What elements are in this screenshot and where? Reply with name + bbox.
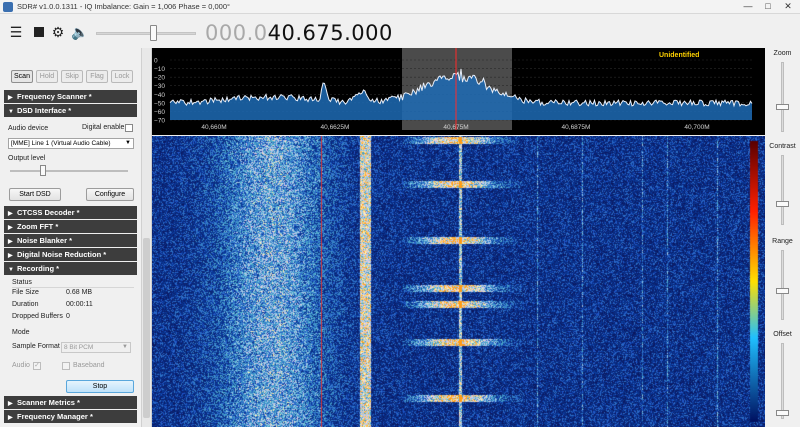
duration-label: Duration — [12, 301, 39, 308]
section-recording[interactable]: ▼ Recording * — [4, 262, 137, 275]
lock-button[interactable]: Lock — [111, 70, 133, 83]
contrast-slider-thumb[interactable] — [776, 201, 789, 207]
section-dsd-interface[interactable]: ▼ DSD Interface * — [4, 104, 137, 117]
frequency-prefix: 000.0 — [205, 21, 268, 45]
output-level-slider[interactable] — [10, 170, 128, 172]
hamburger-menu-icon[interactable]: ☰ — [9, 25, 23, 39]
y-tick-label: −20 — [154, 75, 165, 82]
stop-recording-button[interactable]: Stop — [66, 380, 134, 393]
signal-label: Unidentified — [659, 52, 699, 59]
start-dsd-button[interactable]: Start DSD — [9, 188, 61, 201]
mode-label: Mode — [12, 329, 30, 336]
section-noise-blanker[interactable]: ▶ Noise Blanker * — [4, 234, 137, 247]
duration-value: 00:00:11 — [66, 301, 93, 308]
zoom-slider[interactable] — [781, 62, 784, 132]
range-slider-thumb[interactable] — [776, 288, 789, 294]
app-icon — [3, 2, 13, 12]
frequency-display[interactable]: 000.040.675.000 — [205, 21, 393, 45]
speaker-icon[interactable]: 🔈 — [71, 25, 88, 39]
offset-label: Offset — [773, 331, 792, 338]
toolbar: ☰ ⚙ 🔈 000.040.675.000 — [0, 14, 800, 48]
audio-device-select[interactable]: [MME] Line 1 (Virtual Audio Cable) ▼ — [8, 138, 134, 149]
x-tick-label: 40,660M — [201, 124, 226, 131]
volume-slider[interactable] — [96, 32, 196, 35]
volume-slider-thumb[interactable] — [150, 25, 157, 41]
audio-label: Audio — [12, 362, 30, 369]
left-control-panel: Scan Hold Skip Flag Lock ▶ Frequency Scan… — [0, 48, 152, 427]
spectrum-fill — [170, 69, 752, 120]
output-level-thumb[interactable] — [40, 165, 46, 176]
contrast-slider[interactable] — [781, 155, 784, 225]
section-frequency-scanner[interactable]: ▶ Frequency Scanner * — [4, 90, 137, 103]
status-label: Status — [12, 279, 32, 286]
sample-format-label: Sample Format — [12, 343, 60, 350]
hold-button[interactable]: Hold — [36, 70, 58, 83]
y-tick-label: −40 — [154, 92, 165, 99]
output-level-label: Output level — [8, 155, 46, 162]
baseband-label: Baseband — [73, 362, 105, 369]
section-scanner-metrics[interactable]: ▶ Scanner Metrics * — [4, 396, 137, 409]
waterfall-display[interactable] — [152, 136, 765, 427]
section-zoom-fft[interactable]: ▶ Zoom FFT * — [4, 220, 137, 233]
range-slider[interactable] — [781, 250, 784, 320]
audio-device-label: Audio device — [8, 125, 49, 132]
dropped-buffers-label: Dropped Buffers — [12, 313, 63, 320]
waterfall-canvas — [152, 136, 765, 427]
panel-scrollbar[interactable] — [141, 48, 151, 427]
audio-checkbox[interactable]: ✓ — [33, 362, 41, 370]
gear-icon[interactable]: ⚙ — [51, 25, 65, 39]
flag-button[interactable]: Flag — [86, 70, 108, 83]
dropped-buffers-value: 0 — [66, 313, 70, 320]
y-tick-label: 0 — [154, 58, 158, 65]
title-bar: SDR# v1.0.0.1311 - IQ Imbalance: Gain = … — [0, 0, 800, 14]
y-tick-label: −50 — [154, 100, 165, 107]
section-frequency-manager[interactable]: ▶ Frequency Manager * — [4, 410, 137, 423]
section-ctcss-decoder[interactable]: ▶ CTCSS Decoder * — [4, 206, 137, 219]
right-control-panel: Zoom Contrast Range Offset — [765, 48, 800, 427]
stop-icon[interactable] — [32, 25, 46, 39]
baseband-checkbox[interactable] — [62, 362, 70, 370]
zoom-label: Zoom — [773, 50, 792, 57]
sample-format-select[interactable]: 8 Bit PCM ▼ — [61, 342, 131, 353]
offset-slider[interactable] — [781, 343, 784, 419]
configure-button[interactable]: Configure — [86, 188, 134, 201]
offset-slider-thumb[interactable] — [776, 410, 789, 416]
file-size-label: File Size — [12, 289, 39, 296]
y-tick-label: −70 — [154, 118, 165, 125]
x-tick-label: 40,6625M — [321, 124, 350, 131]
digital-enable-label: Digital enable — [82, 124, 125, 131]
spectrum-plot: 0−10 −20−30 −40−50 −60 −70 40,660M 40,6625M 40… — [154, 48, 753, 131]
skip-button[interactable]: Skip — [61, 70, 83, 83]
section-digital-noise-reduction[interactable]: ▶ Digital Noise Reduction * — [4, 248, 137, 261]
frequency-main: 40.675.000 — [267, 21, 393, 45]
status-divider — [12, 287, 134, 288]
panel-scrollbar-thumb[interactable] — [143, 238, 150, 418]
scan-button[interactable]: Scan — [11, 70, 33, 83]
y-tick-label: −60 — [154, 109, 165, 116]
x-tick-label: 40,700M — [684, 124, 709, 131]
window-title: SDR# v1.0.0.1311 - IQ Imbalance: Gain = … — [17, 2, 230, 11]
digital-enable-checkbox[interactable] — [125, 124, 133, 132]
minimize-button[interactable]: — — [738, 0, 758, 13]
contrast-label: Contrast — [769, 143, 796, 150]
x-tick-label: 40,6875M — [562, 124, 591, 131]
y-tick-label: −30 — [154, 83, 165, 90]
close-button[interactable]: ✕ — [778, 0, 798, 13]
file-size-value: 0.68 MB — [66, 289, 93, 296]
zoom-slider-thumb[interactable] — [776, 104, 789, 110]
y-tick-label: −10 — [154, 66, 165, 73]
maximize-button[interactable]: □ — [758, 0, 778, 13]
spectrum-analyzer[interactable]: 0 −10 −20 −30 −40 −50 −60 −70 40,660M 40,6625M 40… — [152, 48, 765, 135]
range-label: Range — [772, 238, 793, 245]
